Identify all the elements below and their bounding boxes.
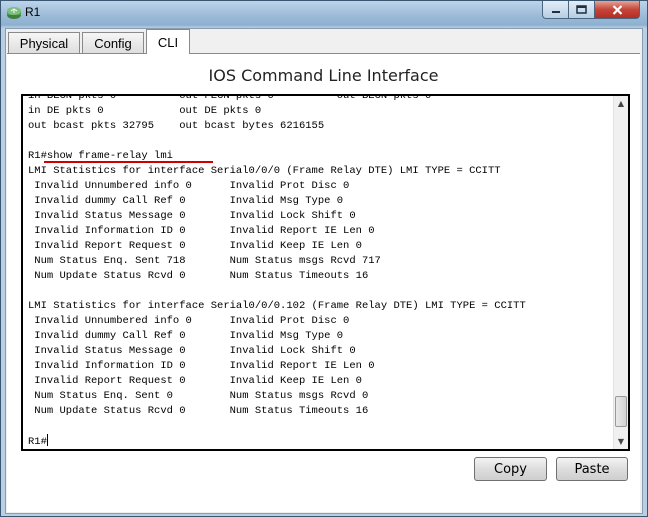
console-prompt[interactable]: R1#: [28, 434, 606, 449]
terminal-console[interactable]: in BECN pkts 0 out FECN pkts 0 out BECN …: [21, 94, 630, 451]
console-line: Num Status Enq. Sent 718 Num Status msgs…: [28, 255, 381, 267]
tab-bar: Physical Config CLI: [6, 29, 642, 54]
tab-physical[interactable]: Physical: [8, 32, 80, 53]
console-line: Invalid Status Message 0 Invalid Lock Sh…: [28, 210, 356, 222]
console-line: Invalid Report Request 0 Invalid Keep IE…: [28, 240, 362, 252]
console-line: Invalid Unnumbered info 0 Invalid Prot D…: [28, 315, 350, 327]
text-cursor: [46, 434, 48, 446]
console-line: in BECN pkts 0 out FECN pkts 0 out BECN …: [28, 94, 432, 102]
console-line: LMI Statistics for interface Serial0/0/0…: [28, 165, 501, 177]
console-line: Num Update Status Rcvd 0 Num Status Time…: [28, 405, 369, 417]
close-button[interactable]: [594, 1, 640, 19]
console-line: Invalid Report Request 0 Invalid Keep IE…: [28, 375, 362, 387]
minimize-button[interactable]: [542, 1, 569, 19]
console-line: Invalid Unnumbered info 0 Invalid Prot D…: [28, 180, 350, 192]
tab-cli[interactable]: CLI: [146, 29, 190, 54]
vertical-scrollbar[interactable]: ▲ ▼: [613, 96, 628, 449]
console-line: in DE pkts 0 out DE pkts 0: [28, 105, 262, 117]
copy-button[interactable]: Copy: [474, 457, 547, 481]
arrow-up-icon: ▲: [617, 99, 625, 108]
console-line: LMI Statistics for interface Serial0/0/0…: [28, 300, 526, 312]
maximize-button[interactable]: [568, 1, 595, 19]
tab-config[interactable]: Config: [82, 32, 144, 53]
annotation-underline: [44, 161, 213, 163]
application-window: R1 Physical Config CLI IOS Command Line …: [0, 0, 648, 517]
terminal-output[interactable]: in BECN pkts 0 out FECN pkts 0 out BECN …: [28, 94, 606, 449]
console-line: Invalid dummy Call Ref 0 Invalid Msg Typ…: [28, 195, 344, 207]
maximize-icon: [576, 5, 587, 14]
device-dialog: Physical Config CLI IOS Command Line Int…: [5, 28, 643, 514]
scroll-thumb[interactable]: [615, 396, 627, 427]
console-line: Invalid Information ID 0 Invalid Report …: [28, 225, 375, 237]
console-line: Num Status Enq. Sent 0 Num Status msgs R…: [28, 390, 369, 402]
scroll-up-button[interactable]: ▲: [614, 96, 628, 111]
page-title: IOS Command Line Interface: [208, 66, 439, 85]
prompt-text: R1#: [28, 436, 47, 448]
cli-panel: IOS Command Line Interface in BECN pkts …: [7, 53, 640, 512]
console-line: out bcast pkts 32795 out bcast bytes 621…: [28, 120, 325, 132]
arrow-down-icon: ▼: [617, 437, 625, 446]
minimize-icon: [551, 10, 560, 13]
title-bar[interactable]: R1: [1, 1, 647, 25]
console-line: Invalid Status Message 0 Invalid Lock Sh…: [28, 345, 356, 357]
console-line: Invalid Information ID 0 Invalid Report …: [28, 360, 375, 372]
scroll-down-button[interactable]: ▼: [614, 434, 628, 449]
console-line: Num Update Status Rcvd 0 Num Status Time…: [28, 270, 369, 282]
close-icon: [612, 4, 622, 15]
console-line: Invalid dummy Call Ref 0 Invalid Msg Typ…: [28, 330, 344, 342]
router-icon: [7, 7, 21, 19]
paste-button[interactable]: Paste: [556, 457, 628, 481]
window-title: R1: [25, 5, 41, 19]
